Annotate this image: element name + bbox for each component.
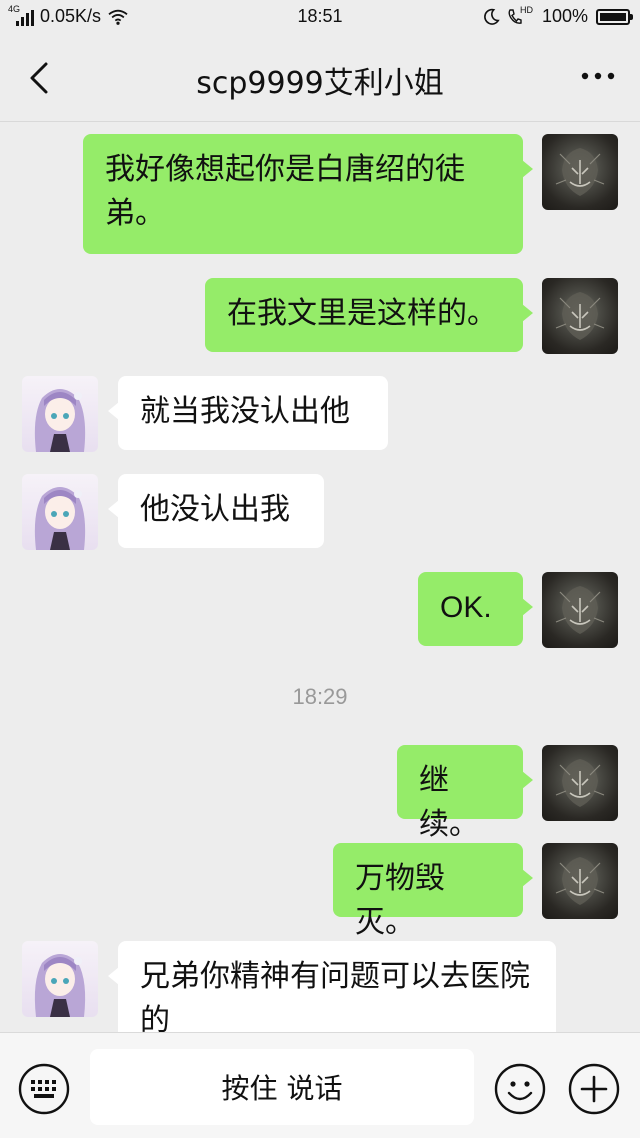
self-avatar-image [555,586,605,634]
message-bubble[interactable]: 兄弟你精神有问题可以去医院的 [108,941,556,1032]
message-bubble[interactable]: 在我文里是这样的。 [205,278,533,352]
moon-icon [484,8,500,25]
chat-header: scp9999艾利小姐 [0,34,640,122]
input-bar: 按住 说话 [0,1032,640,1138]
battery-percent: 100% [541,6,588,26]
contact-avatar[interactable] [22,941,98,1017]
hd-call-icon: HD [508,4,534,26]
self-avatar[interactable] [542,134,618,210]
status-right: HD 100% [482,4,633,27]
self-avatar-image [555,857,605,905]
self-avatar[interactable] [542,572,618,648]
contact-avatar[interactable] [22,474,98,550]
hd-label: HD [519,4,533,15]
keyboard-icon [18,1063,70,1115]
battery-icon [596,8,633,25]
contact-avatar-image [34,389,86,452]
self-avatar-image [555,148,605,196]
status-bar: 4G 0.05K/s 18:51 HD 100% [0,0,640,34]
message-bubble[interactable]: 万物毁灭。 [333,843,533,940]
contact-avatar-image [34,487,86,550]
chevron-left-icon [30,62,48,94]
message-bubble[interactable]: 就当我没认出他 [108,376,388,450]
self-avatar[interactable] [542,278,618,354]
message-list[interactable]: 我好像想起你是白唐绍的徒弟。 在我文里是这样的。 就当我没认出他 他没认出我 O… [0,122,640,1032]
time-separator: 18:29 [292,684,348,709]
message-bubble[interactable]: OK. [418,572,533,646]
message-bubble[interactable]: 我好像想起你是白唐绍的徒弟。 [83,134,533,254]
hold-to-talk-button[interactable]: 按住 说话 [90,1049,474,1125]
contact-avatar[interactable] [22,376,98,452]
chat-screen: 4G 0.05K/s 18:51 HD 100% scp9999艾利小姐 我好像… [0,0,640,1138]
self-avatar[interactable] [542,843,618,919]
plus-circle-icon [568,1063,620,1115]
keyboard-button[interactable] [18,1063,70,1115]
chat-title: scp9999艾利小姐 [196,66,444,101]
self-avatar-image [555,292,605,340]
more-dots-icon [581,72,615,80]
back-button[interactable] [22,56,62,100]
emoji-button[interactable] [494,1063,546,1115]
message-bubble[interactable]: 他没认出我 [108,474,324,548]
message-bubble[interactable]: 继续。 [397,745,533,842]
more-button[interactable] [576,64,620,88]
self-avatar[interactable] [542,745,618,821]
contact-avatar-image [34,954,86,1017]
plus-button[interactable] [568,1063,620,1115]
self-avatar-image [555,759,605,807]
emoji-icon [494,1063,546,1115]
